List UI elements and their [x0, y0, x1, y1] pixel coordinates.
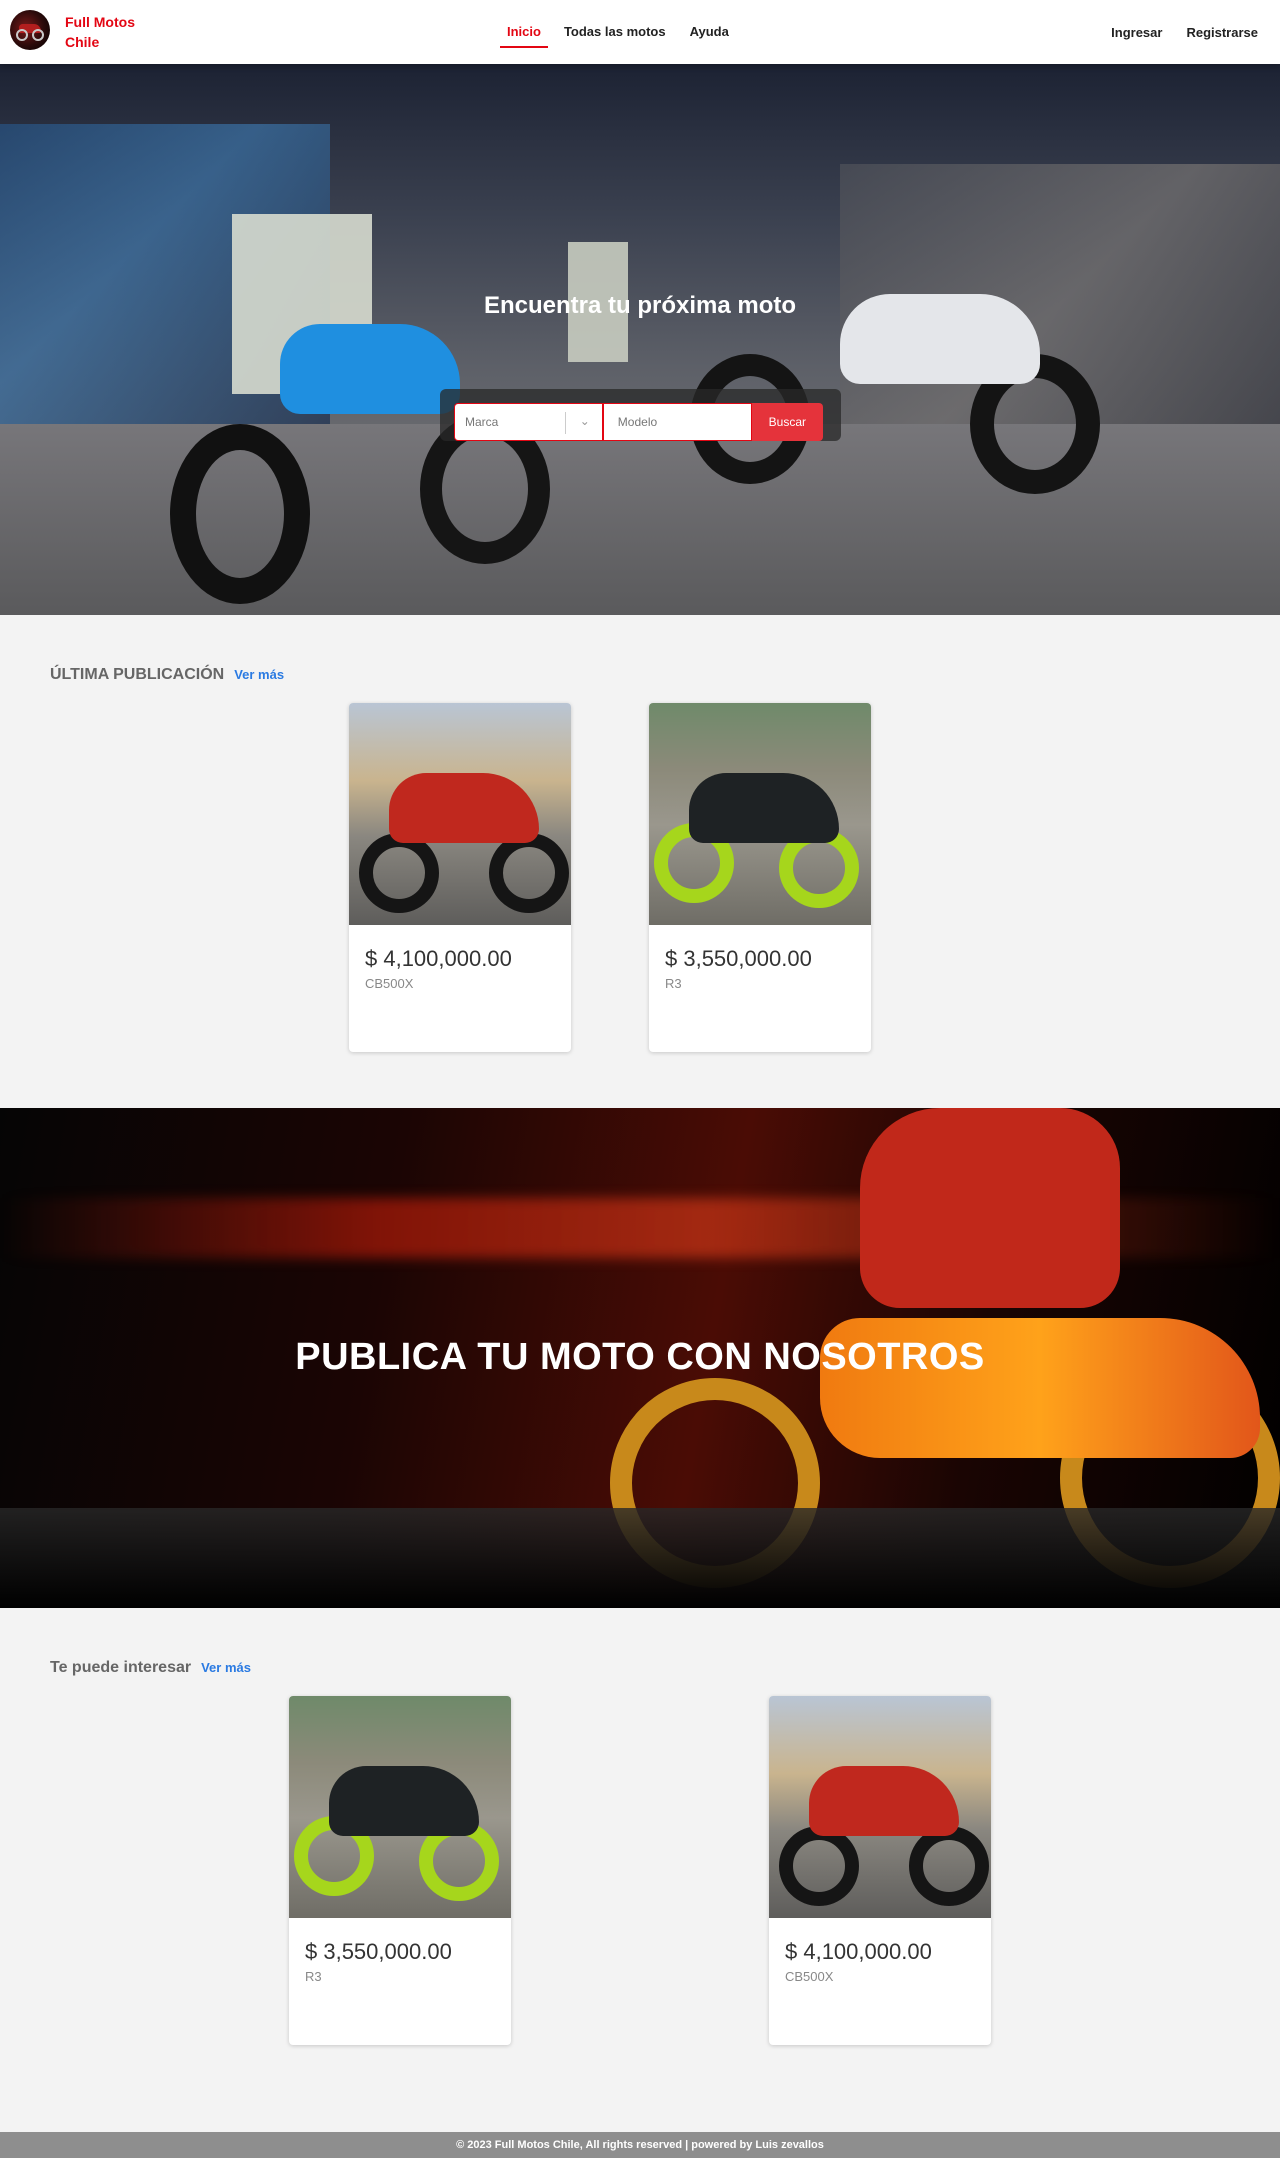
- register-link[interactable]: Registrarse: [1186, 25, 1258, 40]
- search-form: Marca ⌄ Modelo Buscar: [440, 389, 841, 441]
- listing-card[interactable]: $ 3,550,000.00 R3: [289, 1696, 511, 2045]
- listing-price: $ 4,100,000.00: [365, 946, 512, 971]
- promo-banner: PUBLICA TU MOTO CON NOSOTROS: [0, 1108, 1280, 1608]
- rider: [860, 1108, 1120, 1308]
- hero-banner: Encuentra tu próxima moto Marca ⌄ Modelo…: [0, 64, 1280, 615]
- select-divider: [564, 412, 566, 434]
- footer-text: © 2023 Full Motos Chile, All rights rese…: [456, 2139, 824, 2151]
- motorcycle-body: [389, 773, 539, 843]
- wheel: [779, 1826, 859, 1906]
- listing-card[interactable]: $ 4,100,000.00 CB500X: [769, 1696, 991, 2045]
- navbar: Full Motos Chile Inicio Todas las motos …: [0, 0, 1280, 64]
- hero-title: Encuentra tu próxima moto: [483, 292, 797, 319]
- listing-card[interactable]: $ 4,100,000.00 CB500X: [349, 703, 571, 1052]
- listing-photo[interactable]: [289, 1696, 511, 1918]
- nav-item-todas-las-motos[interactable]: Todas las motos: [564, 0, 666, 64]
- fuel-tank: [280, 324, 460, 414]
- nav-item-inicio[interactable]: Inicio: [500, 0, 548, 64]
- motorcycle-body: [809, 1766, 959, 1836]
- brand-select-placeholder: Marca: [465, 415, 499, 429]
- nav-item-ayuda[interactable]: Ayuda: [690, 0, 729, 64]
- interest-see-more-link[interactable]: Ver más: [201, 1660, 251, 1675]
- wheel: [909, 1826, 989, 1906]
- wheel: [359, 833, 439, 913]
- wheel: [489, 833, 569, 913]
- listing-model: CB500X: [785, 1969, 834, 1984]
- latest-section-header: ÚLTIMA PUBLICACIÓN Ver más: [50, 666, 284, 684]
- login-link[interactable]: Ingresar: [1111, 25, 1162, 40]
- interest-section-header: Te puede interesar Ver más: [50, 1659, 251, 1677]
- listing-photo[interactable]: [649, 703, 871, 925]
- logo-icon[interactable]: [10, 10, 50, 50]
- motorcycle-body: [329, 1766, 479, 1836]
- logo-wheel-front: [16, 29, 28, 41]
- logo-wheel-rear: [32, 29, 44, 41]
- latest-section-title: ÚLTIMA PUBLICACIÓN: [50, 666, 225, 683]
- footer: © 2023 Full Motos Chile, All rights rese…: [0, 2132, 1280, 2158]
- auth-links: Ingresar Registrarse: [1087, 0, 1258, 64]
- promo-reflection: [0, 1508, 1280, 1608]
- search-button[interactable]: Buscar: [751, 403, 823, 441]
- listing-photo[interactable]: [349, 703, 571, 925]
- listing-price: $ 3,550,000.00: [305, 1939, 452, 1964]
- latest-see-more-link[interactable]: Ver más: [234, 667, 284, 682]
- chevron-down-icon[interactable]: ⌄: [580, 414, 590, 428]
- motorcycle-body: [689, 773, 839, 843]
- listing-model: CB500X: [365, 976, 414, 991]
- main-nav: Inicio Todas las motos Ayuda: [500, 0, 753, 64]
- listing-photo[interactable]: [769, 1696, 991, 1918]
- listing-card[interactable]: $ 3,550,000.00 R3: [649, 703, 871, 1052]
- brand-select[interactable]: Marca ⌄: [454, 403, 603, 441]
- listing-model: R3: [305, 1969, 322, 1984]
- model-input[interactable]: Modelo: [602, 403, 752, 441]
- wheel: [170, 424, 310, 604]
- listing-price: $ 4,100,000.00: [785, 1939, 932, 1964]
- listing-price: $ 3,550,000.00: [665, 946, 812, 971]
- interest-section-title: Te puede interesar: [50, 1659, 192, 1676]
- listing-model: R3: [665, 976, 682, 991]
- promo-title[interactable]: PUBLICA TU MOTO CON NOSOTROS: [0, 1336, 1280, 1379]
- brand-name[interactable]: Full Motos Chile: [65, 12, 155, 52]
